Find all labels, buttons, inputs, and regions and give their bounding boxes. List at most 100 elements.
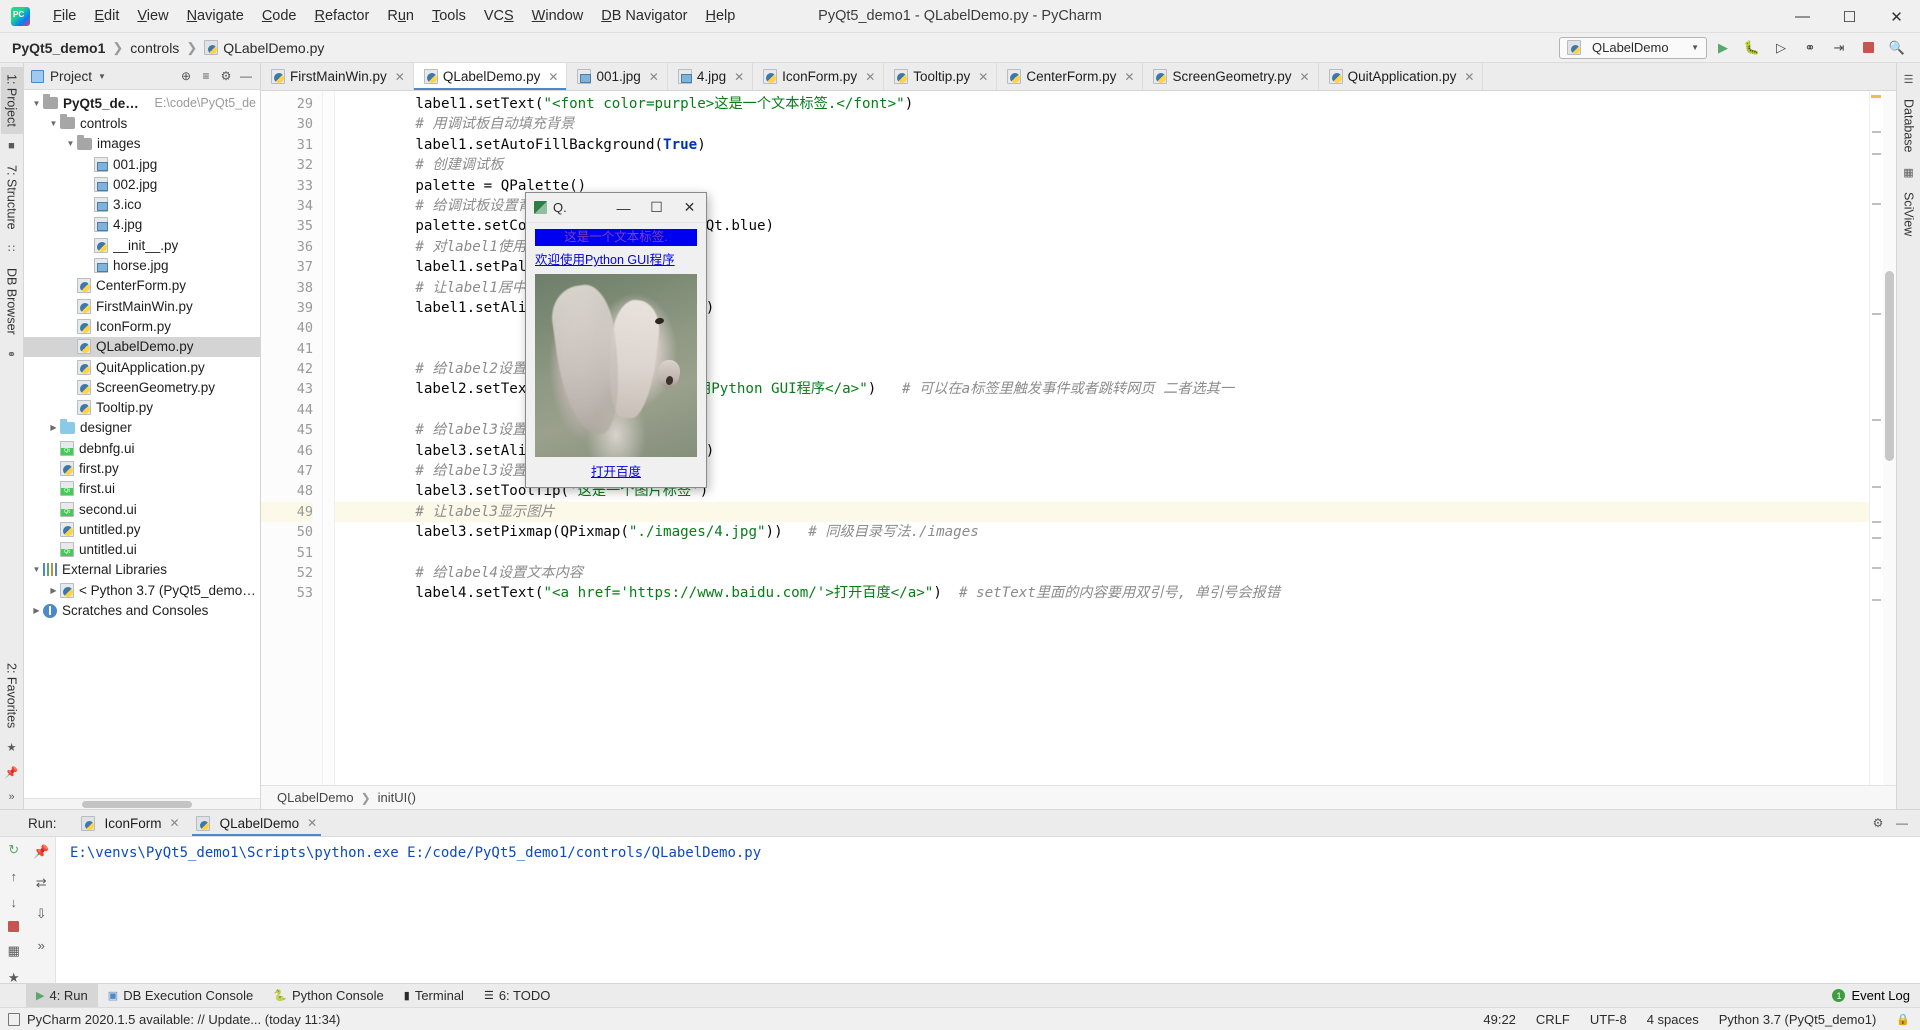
close-icon[interactable]: ✕: [548, 70, 558, 84]
line-number[interactable]: 49: [261, 501, 313, 523]
close-icon[interactable]: ✕: [978, 70, 988, 84]
tree-row[interactable]: designer: [24, 418, 260, 438]
bottom-tab-todo[interactable]: ☰ 6: TODO: [474, 984, 560, 1007]
qt-label2-link[interactable]: 欢迎使用Python GUI程序: [535, 249, 697, 268]
chevron-open-icon[interactable]: [47, 119, 60, 128]
close-icon[interactable]: ✕: [395, 70, 405, 84]
sidebar-tab-structure[interactable]: 7: Structure: [1, 158, 23, 237]
chevron-closed-icon[interactable]: [47, 586, 60, 595]
line-number[interactable]: 42: [261, 359, 313, 379]
editor-tab[interactable]: FirstMainWin.py ✕: [261, 63, 414, 90]
hide-icon[interactable]: —: [1892, 813, 1912, 833]
tree-row[interactable]: QuitApplication.py: [24, 357, 260, 377]
more-icon[interactable]: »: [31, 935, 51, 955]
editor-tab[interactable]: ScreenGeometry.py ✕: [1143, 63, 1319, 90]
stop-icon[interactable]: [4, 921, 24, 932]
line-number[interactable]: 30: [261, 114, 313, 134]
run-tab-iconform[interactable]: IconForm ✕: [73, 810, 188, 836]
collapse-all-icon[interactable]: ≡: [196, 66, 216, 86]
menu-tools[interactable]: Tools: [423, 4, 475, 28]
wrap-icon[interactable]: ⇄: [31, 873, 51, 893]
menu-vcs[interactable]: VCS: [475, 4, 523, 28]
run-tab-qlabeldemo[interactable]: QLabelDemo ✕: [188, 810, 326, 836]
hide-icon[interactable]: —: [236, 66, 256, 86]
close-icon[interactable]: ✕: [649, 70, 659, 84]
line-number[interactable]: 39: [261, 298, 313, 318]
python-interpreter[interactable]: Python 3.7 (PyQt5_demo1): [1719, 1012, 1877, 1027]
tree-row[interactable]: 002.jpg: [24, 174, 260, 194]
locate-icon[interactable]: ⊕: [176, 66, 196, 86]
maximize-button[interactable]: ☐: [1826, 0, 1873, 33]
editor-breadcrumb-method[interactable]: initUI(): [378, 790, 416, 805]
menu-db-navigator[interactable]: DB Navigator: [592, 4, 696, 28]
line-number[interactable]: 44: [261, 400, 313, 420]
gear-icon[interactable]: ⚙: [1868, 813, 1888, 833]
qt-maximize-button[interactable]: ☐: [640, 193, 673, 223]
line-number[interactable]: 32: [261, 155, 313, 175]
menu-run[interactable]: Run: [378, 4, 423, 28]
chevron-open-icon[interactable]: [30, 565, 43, 574]
event-log-label[interactable]: Event Log: [1851, 988, 1910, 1003]
menu-code[interactable]: Code: [253, 4, 306, 28]
bottom-tab-run[interactable]: ▶ 4: Run: [26, 984, 98, 1007]
scrollbar-thumb[interactable]: [1885, 271, 1894, 461]
close-icon[interactable]: ✕: [1124, 70, 1134, 84]
line-number[interactable]: 29: [261, 94, 313, 114]
close-icon[interactable]: ✕: [865, 70, 875, 84]
notification-icon[interactable]: [8, 1012, 20, 1026]
menu-window[interactable]: Window: [523, 4, 593, 28]
line-number[interactable]: 47: [261, 461, 313, 481]
scroll-icon[interactable]: ⇩: [31, 904, 51, 924]
menu-navigate[interactable]: Navigate: [178, 4, 253, 28]
menu-help[interactable]: Help: [696, 4, 744, 28]
tree-row[interactable]: second.ui: [24, 499, 260, 519]
error-marker-bar[interactable]: [1869, 91, 1883, 785]
chevron-closed-icon[interactable]: [30, 606, 43, 615]
project-panel-hscrollbar[interactable]: [24, 798, 260, 809]
tree-row[interactable]: images: [24, 134, 260, 154]
tree-row[interactable]: 3.ico: [24, 194, 260, 214]
tree-row[interactable]: Scratches and Consoles: [24, 600, 260, 620]
tree-row[interactable]: Tooltip.py: [24, 397, 260, 417]
chevron-open-icon[interactable]: [64, 139, 77, 148]
grid-icon[interactable]: ▦: [4, 943, 24, 959]
line-number[interactable]: 53: [261, 583, 313, 603]
tree-row[interactable]: IconForm.py: [24, 316, 260, 336]
line-number[interactable]: 31: [261, 135, 313, 155]
line-number[interactable]: 37: [261, 257, 313, 277]
editor-tab[interactable]: QuitApplication.py ✕: [1319, 63, 1484, 90]
tree-row[interactable]: untitled.py: [24, 519, 260, 539]
qt-minimize-button[interactable]: —: [607, 193, 640, 223]
gear-icon[interactable]: ⚙: [216, 66, 236, 86]
line-number[interactable]: 46: [261, 441, 313, 461]
close-icon[interactable]: ✕: [1464, 70, 1474, 84]
tree-row[interactable]: 4.jpg: [24, 215, 260, 235]
code-line[interactable]: label3.setPixmap(QPixmap("./images/4.jpg…: [347, 522, 1869, 542]
pin-icon[interactable]: 📌: [31, 842, 51, 862]
breadcrumb-project[interactable]: PyQt5_demo1: [12, 40, 105, 56]
sidebar-tab-db-browser[interactable]: DB Browser: [1, 261, 23, 342]
tree-row[interactable]: first.ui: [24, 479, 260, 499]
qt-label3-horse-image[interactable]: [535, 274, 697, 457]
close-icon[interactable]: ✕: [307, 816, 317, 830]
run-icon[interactable]: ▶: [1710, 36, 1736, 60]
editor-tab[interactable]: 001.jpg ✕: [567, 63, 668, 90]
tree-row[interactable]: horse.jpg: [24, 255, 260, 275]
rerun-icon[interactable]: ↻: [4, 842, 24, 858]
tree-row[interactable]: ScreenGeometry.py: [24, 377, 260, 397]
more-icon[interactable]: »: [8, 791, 14, 803]
line-number[interactable]: 43: [261, 379, 313, 399]
sidebar-tab-favorites[interactable]: 2: Favorites: [1, 656, 23, 735]
line-number[interactable]: 52: [261, 563, 313, 583]
code-line[interactable]: # 让label3显示图片: [335, 501, 1869, 523]
caret-position[interactable]: 49:22: [1483, 1012, 1516, 1027]
line-number[interactable]: 48: [261, 481, 313, 501]
tree-row[interactable]: first.py: [24, 458, 260, 478]
sidebar-tab-sciview[interactable]: SciView: [1898, 185, 1920, 243]
tree-row[interactable]: controls: [24, 113, 260, 133]
menu-refactor[interactable]: Refactor: [306, 4, 379, 28]
code-line[interactable]: [347, 543, 1869, 563]
bottom-tab-db-execution-console[interactable]: ▣ DB Execution Console: [98, 984, 263, 1007]
code-line[interactable]: # 给label4设置文本内容: [347, 563, 1869, 583]
menu-edit[interactable]: Edit: [85, 4, 128, 28]
